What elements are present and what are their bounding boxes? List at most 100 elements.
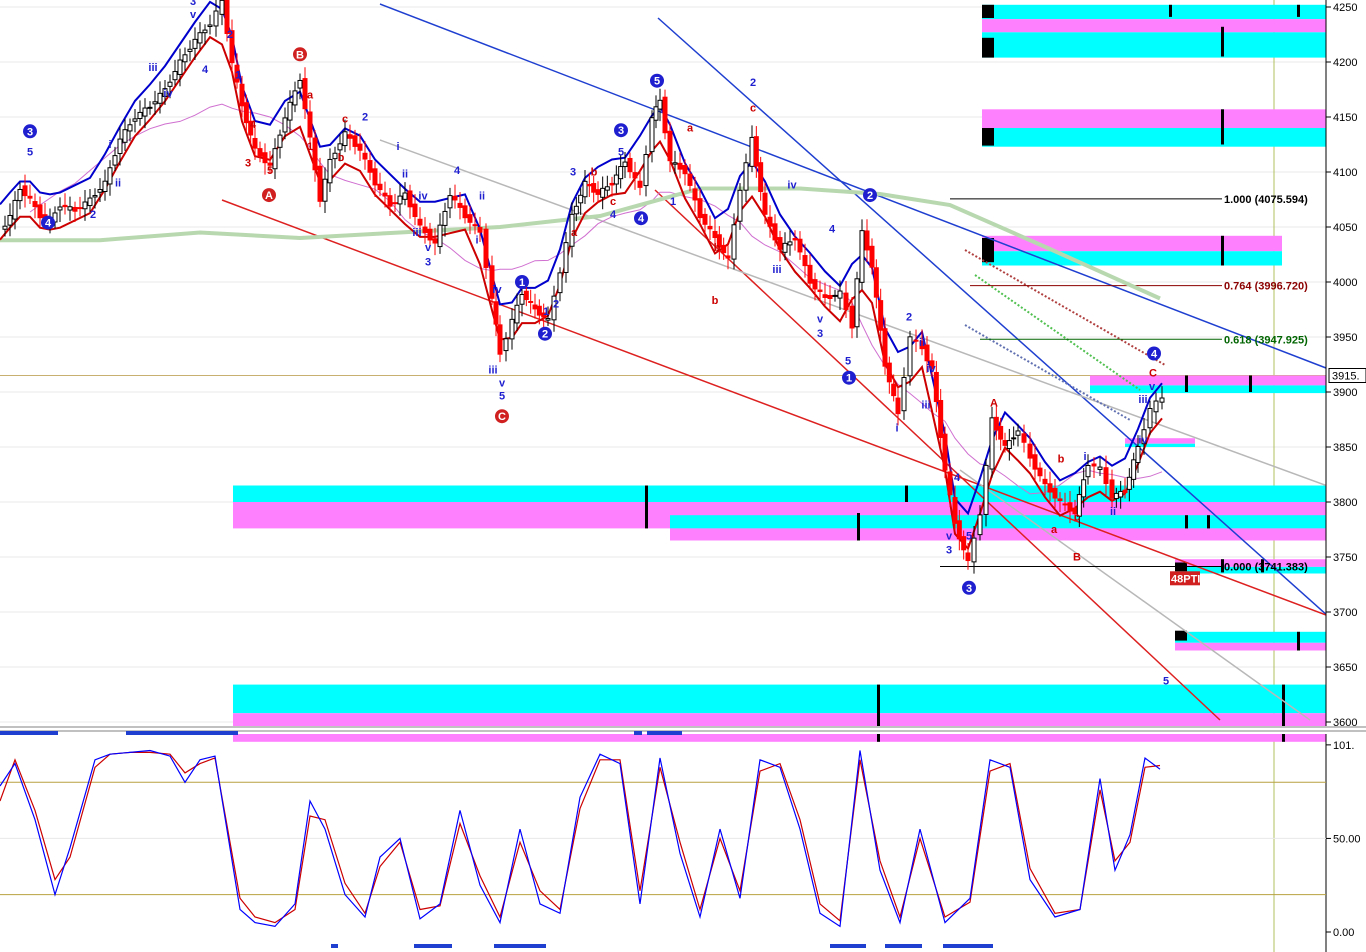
candle-body bbox=[213, 10, 219, 27]
candle-body bbox=[1047, 483, 1053, 493]
wave-label: 3 bbox=[245, 158, 251, 170]
candle-body bbox=[493, 301, 499, 325]
zone-tick bbox=[645, 485, 648, 529]
candle-body bbox=[1126, 476, 1132, 490]
candle-body bbox=[277, 134, 283, 148]
wave-label: 4 bbox=[829, 224, 836, 236]
wave-label: 3 bbox=[570, 166, 576, 178]
candle-body bbox=[239, 83, 245, 107]
candle-body bbox=[907, 336, 913, 377]
candle-body bbox=[697, 198, 703, 219]
wave-label: b bbox=[1058, 453, 1065, 465]
candle-body bbox=[252, 137, 258, 149]
wave-label: i bbox=[1083, 451, 1086, 463]
candle-body bbox=[1113, 492, 1119, 500]
candle-body bbox=[432, 238, 438, 244]
zone-marker bbox=[982, 4, 994, 18]
candle-body bbox=[287, 101, 293, 121]
candle-body bbox=[142, 107, 148, 117]
zone-tick bbox=[1249, 375, 1252, 392]
wave-label: C bbox=[1149, 368, 1157, 380]
candle-body bbox=[1122, 489, 1128, 494]
candle-body bbox=[367, 160, 373, 173]
candle-body bbox=[792, 237, 798, 241]
candle-body bbox=[832, 294, 838, 297]
candle-body bbox=[1067, 502, 1073, 512]
zone-tick bbox=[1207, 515, 1210, 529]
candle-body bbox=[854, 278, 860, 328]
candle-body bbox=[743, 162, 749, 191]
wave-circle-label: B bbox=[296, 49, 304, 61]
candle-body bbox=[1081, 479, 1087, 498]
candle-body bbox=[147, 106, 153, 109]
wave-label: iv bbox=[926, 363, 936, 375]
candle-body bbox=[817, 289, 823, 292]
wave-label: 5 bbox=[618, 147, 624, 159]
wave-label: 1 bbox=[543, 306, 549, 318]
candle-body bbox=[347, 134, 353, 139]
wave-label: 1 bbox=[670, 196, 676, 208]
wave-label: b bbox=[338, 152, 345, 164]
wave-label: 3 bbox=[425, 257, 431, 269]
candle-body bbox=[787, 241, 793, 246]
zone-magenta bbox=[982, 109, 1326, 128]
candle-body bbox=[849, 305, 855, 329]
candle-body bbox=[578, 194, 584, 204]
zone-magenta bbox=[982, 19, 1326, 33]
candle-body bbox=[1147, 407, 1153, 429]
signal-bar bbox=[943, 944, 993, 948]
zone-cyan bbox=[982, 128, 1326, 147]
candle-body bbox=[947, 471, 953, 496]
candle-body bbox=[202, 29, 208, 34]
candle-body bbox=[243, 102, 249, 124]
wave-label: i bbox=[895, 423, 898, 435]
candle-body bbox=[483, 228, 489, 268]
candle-body bbox=[637, 180, 643, 188]
candle-body bbox=[536, 305, 542, 316]
candle-body bbox=[327, 158, 333, 184]
candle-body bbox=[442, 210, 448, 226]
fib-label: 0.000 (3741.383) bbox=[1224, 561, 1308, 573]
signal-bar bbox=[414, 944, 452, 948]
wave-label: c bbox=[342, 114, 348, 126]
wave-label: ii bbox=[479, 191, 485, 203]
zone-marker bbox=[1175, 630, 1187, 641]
zone-cyan bbox=[982, 4, 1326, 20]
candle-body bbox=[27, 195, 33, 199]
candle-body bbox=[197, 32, 203, 44]
zone-cyan bbox=[1175, 631, 1326, 643]
candle-body bbox=[758, 162, 764, 193]
candle-body bbox=[322, 178, 328, 202]
axis-tick-label: 4250 bbox=[1333, 2, 1357, 14]
candle-body bbox=[167, 81, 173, 87]
candle-body bbox=[187, 48, 193, 52]
signal-bar bbox=[647, 731, 682, 735]
candle-body bbox=[407, 190, 413, 208]
zone-tick bbox=[1185, 375, 1188, 392]
wave-label: i bbox=[475, 235, 478, 247]
wave-label: v bbox=[817, 314, 824, 326]
zone-tick bbox=[1221, 26, 1224, 57]
wave-label: iii bbox=[488, 364, 497, 376]
candle-body bbox=[1027, 443, 1033, 459]
wave-label: v bbox=[946, 530, 953, 542]
candle-body bbox=[600, 187, 606, 198]
wave-label: c bbox=[610, 196, 616, 208]
candle-body bbox=[731, 224, 737, 260]
candle-body bbox=[807, 264, 813, 284]
candle-body bbox=[924, 344, 930, 362]
stock-chart: 1.000 (4075.594) 0.764 (3996.720) 0.618 (3… bbox=[0, 0, 1366, 952]
candle-body bbox=[721, 244, 727, 254]
fib-label: 0.764 (3996.720) bbox=[1224, 281, 1308, 293]
candle-body bbox=[1109, 479, 1115, 499]
candle-body bbox=[412, 203, 418, 218]
candle-body bbox=[402, 192, 408, 200]
candle-body bbox=[707, 225, 713, 230]
candle-body bbox=[1153, 400, 1159, 413]
candle-body bbox=[82, 201, 88, 210]
candle-body bbox=[662, 96, 668, 134]
wave-label: 3 bbox=[946, 545, 952, 557]
candle-body bbox=[132, 118, 138, 122]
zone-magenta bbox=[1175, 642, 1326, 651]
candle-body bbox=[971, 537, 977, 563]
